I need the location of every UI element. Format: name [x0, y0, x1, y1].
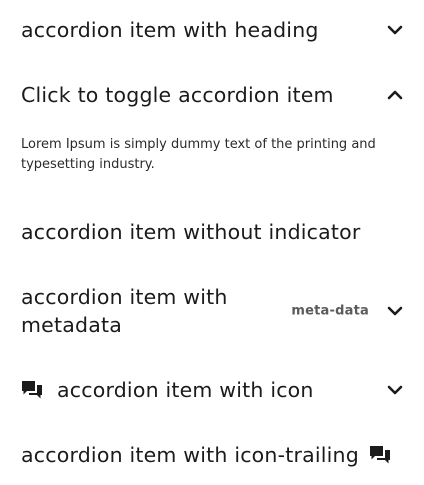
accordion-header[interactable]: accordion item with icon-trailing: [21, 441, 403, 469]
chevron-down-icon[interactable]: [387, 306, 403, 316]
accordion-content: Lorem Ipsum is simply dummy text of the …: [21, 137, 376, 172]
accordion-item-toggle: Click to toggle accordion item Lorem Ips…: [21, 81, 403, 175]
accordion-title: accordion item with metadata: [21, 285, 228, 337]
accordion-header[interactable]: Click to toggle accordion item: [21, 81, 403, 109]
accordion-title: accordion item with heading: [21, 18, 319, 42]
accordion-item-metadata: accordion item with metadata meta-data: [21, 283, 403, 339]
accordion-header[interactable]: accordion item with icon: [21, 376, 403, 404]
chevron-down-icon[interactable]: [387, 25, 403, 35]
accordion-item-heading: accordion item with heading: [21, 16, 403, 44]
accordion-header[interactable]: accordion item with metadata meta-data: [21, 283, 403, 339]
accordion-item-icon: accordion item with icon: [21, 376, 403, 404]
accordion-title: Click to toggle accordion item: [21, 83, 334, 107]
accordion-header[interactable]: accordion item with heading: [21, 16, 403, 44]
chevron-up-icon[interactable]: [387, 90, 403, 100]
accordion-header[interactable]: accordion item without indicator: [21, 218, 403, 246]
accordion-item-icon-trailing: accordion item with icon-trailing: [21, 441, 403, 469]
metadata-label: meta-data: [291, 303, 369, 319]
accordion-item-no-indicator: accordion item without indicator: [21, 218, 403, 246]
accordion-title: accordion item without indicator: [21, 220, 361, 244]
accordion-title: accordion item with icon: [57, 378, 314, 402]
chevron-down-icon[interactable]: [387, 385, 403, 395]
chat-bubbles-icon: [21, 380, 43, 400]
accordion: accordion item with heading Click to tog…: [0, 0, 424, 485]
chat-bubbles-icon: [369, 445, 391, 465]
accordion-title: accordion item with icon-trailing: [21, 443, 359, 467]
